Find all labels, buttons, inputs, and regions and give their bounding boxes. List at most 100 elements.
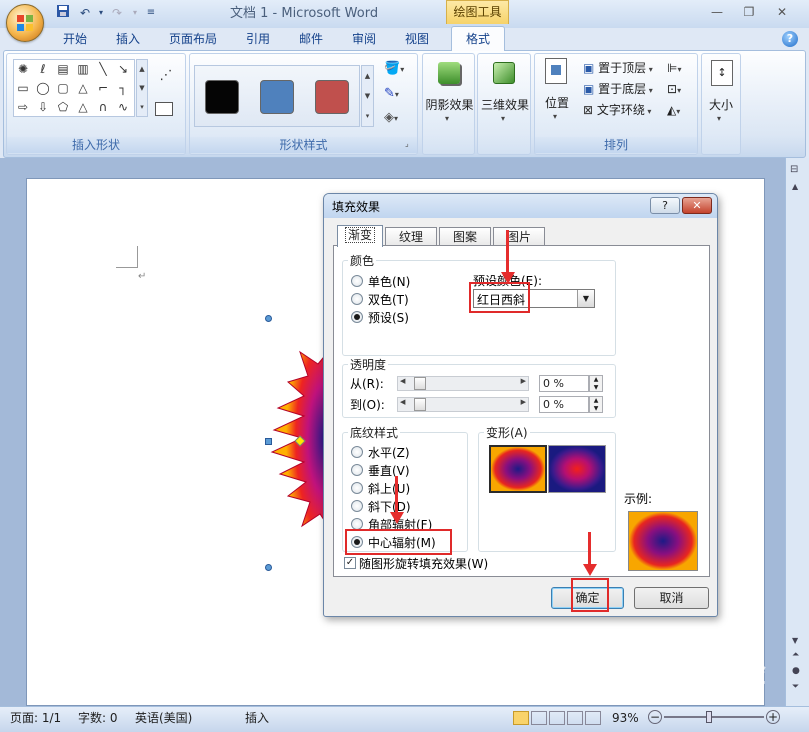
horizontal-label[interactable]: 水平(Z) <box>368 444 410 461</box>
freeform-shape-icon[interactable]: △ <box>75 99 91 115</box>
group-objects-icon[interactable]: ⊡▾ <box>667 80 681 98</box>
pentagon-shape-icon[interactable]: ⬠ <box>55 99 71 115</box>
to-slider-thumb[interactable] <box>414 398 426 411</box>
group-3d-effects[interactable]: 三维效果 ▾ <box>477 53 531 155</box>
tab-page-layout[interactable]: 页面布局 <box>163 28 223 50</box>
zoom-slider[interactable] <box>664 716 764 718</box>
outline-view-icon[interactable] <box>567 711 583 725</box>
variant-2-swatch[interactable] <box>548 445 606 493</box>
to-input[interactable]: 0 % <box>539 396 589 413</box>
from-slider[interactable]: ◀ ▶ <box>397 376 529 391</box>
selection-handle[interactable] <box>265 438 272 445</box>
down-arrow-shape-icon[interactable]: ⇩ <box>35 99 51 115</box>
web-layout-icon[interactable] <box>549 711 565 725</box>
tab-pattern[interactable]: 图案 <box>439 227 491 246</box>
tab-view[interactable]: 视图 <box>398 28 436 50</box>
right-arrow-shape-icon[interactable]: ⇨ <box>15 99 31 115</box>
style-swatch-red[interactable] <box>315 80 349 114</box>
shapes-gallery-scroll[interactable]: ▲ ▼ ▾ <box>136 59 148 117</box>
save-icon[interactable] <box>54 4 72 22</box>
line-shape-icon[interactable]: ╲ <box>95 61 111 77</box>
rotate-icon[interactable]: ◭▾ <box>667 101 680 119</box>
shape-styles-gallery[interactable] <box>194 65 360 127</box>
tab-picture[interactable]: 图片 <box>493 227 545 246</box>
office-button[interactable] <box>6 4 44 42</box>
zoom-slider-thumb[interactable] <box>706 711 712 723</box>
redo-icon[interactable]: ↷ <box>108 4 126 22</box>
elbow-connector-icon[interactable]: ⌐ <box>95 80 111 96</box>
rotate-fill-checkbox[interactable]: ✓ <box>344 557 356 569</box>
from-spinner[interactable]: ▲ ▼ <box>589 375 603 392</box>
position-icon[interactable] <box>545 58 567 84</box>
ruler-toggle-icon[interactable]: ⊟ <box>790 164 798 175</box>
shapes-gallery[interactable]: ✺ ℓ ▤ ▥ ╲ ↘ ▭ ◯ ▢ △ ⌐ ┐ ⇨ ⇩ ⬠ △ ∩ ∿ <box>13 59 135 117</box>
to-spinner[interactable]: ▲ ▼ <box>589 396 603 413</box>
textbox-shape-icon[interactable]: ▤ <box>55 61 71 77</box>
text-wrap-button[interactable]: ⊠ 文字环绕 ▾ <box>583 101 651 119</box>
next-page-icon[interactable]: ⏷ <box>792 682 799 692</box>
styles-gallery-scroll[interactable]: ▲ ▼ ▾ <box>361 65 374 127</box>
dialog-launcher-icon[interactable]: ⌟ <box>405 139 409 148</box>
previous-page-icon[interactable]: ⏶ <box>792 650 799 660</box>
restore-icon[interactable]: ❐ <box>737 4 761 20</box>
rounded-rect-shape-icon[interactable]: ▢ <box>55 80 71 96</box>
cancel-button[interactable]: 取消 <box>634 587 709 609</box>
zoom-level[interactable]: 93% <box>612 709 639 727</box>
wave-shape-icon[interactable]: ∿ <box>115 99 131 115</box>
elbow-arrow-icon[interactable]: ┐ <box>115 80 131 96</box>
radio-one-color[interactable] <box>351 275 363 287</box>
scribble-shape-icon[interactable]: ∩ <box>95 99 111 115</box>
help-button[interactable]: ? <box>650 197 680 214</box>
to-slider[interactable]: ◀ ▶ <box>397 397 529 412</box>
zoom-out-icon[interactable]: − <box>648 710 662 724</box>
status-mode[interactable]: 插入 <box>245 709 269 727</box>
radio-vertical[interactable] <box>351 464 363 476</box>
shape-fill-icon[interactable]: 🪣▾ <box>384 61 414 79</box>
status-language[interactable]: 英语(美国) <box>135 709 192 727</box>
radio-diagonal-down[interactable] <box>351 500 363 512</box>
zoom-in-icon[interactable]: + <box>766 710 780 724</box>
minimize-icon[interactable]: — <box>705 4 729 20</box>
tab-texture[interactable]: 纹理 <box>385 227 437 246</box>
scroll-down-icon[interactable]: ▼ <box>792 636 798 645</box>
scroll-up-icon[interactable]: ▲ <box>792 182 798 191</box>
group-shadow-effects[interactable]: 阴影效果 ▾ <box>422 53 475 155</box>
from-slider-thumb[interactable] <box>414 377 426 390</box>
tab-references[interactable]: 引用 <box>239 28 277 50</box>
one-color-label[interactable]: 单色(N) <box>368 273 410 290</box>
view-buttons[interactable] <box>513 711 603 725</box>
vertical-scrollbar[interactable]: ⊟ ▲ ▼ ⏶ ● ⏷ <box>785 158 809 706</box>
variant-1-swatch[interactable] <box>489 445 547 493</box>
star-shape-icon[interactable]: ✺ <box>15 61 31 77</box>
send-to-back-button[interactable]: ▣ 置于底层 ▾ <box>583 80 653 98</box>
rectangle-shape-icon[interactable]: ▭ <box>15 80 31 96</box>
triangle-shape-icon[interactable]: △ <box>75 80 91 96</box>
align-icon[interactable]: ⊫▾ <box>667 59 681 77</box>
close-window-icon[interactable]: ✕ <box>770 4 794 20</box>
select-browse-object-icon[interactable]: ● <box>792 666 800 676</box>
status-page[interactable]: 页面: 1/1 <box>10 709 61 727</box>
arrow-line-shape-icon[interactable]: ↘ <box>115 61 131 77</box>
selection-handle[interactable] <box>265 564 272 571</box>
tab-insert[interactable]: 插入 <box>109 28 147 50</box>
group-size[interactable]: ↕ 大小 ▾ <box>701 53 741 155</box>
help-icon[interactable]: ? <box>782 31 798 47</box>
status-words[interactable]: 字数: 0 <box>78 709 118 727</box>
bring-to-front-button[interactable]: ▣ 置于顶层 ▾ <box>583 59 653 77</box>
radio-two-colors[interactable] <box>351 293 363 305</box>
vertical-textbox-icon[interactable]: ▥ <box>75 61 91 77</box>
radio-horizontal[interactable] <box>351 446 363 458</box>
radio-diagonal-up[interactable] <box>351 482 363 494</box>
change-shape-icon[interactable]: ◈▾ <box>384 110 414 128</box>
shape-outline-icon[interactable]: ✎▾ <box>384 86 414 104</box>
tab-gradient[interactable]: 渐变 <box>337 225 383 247</box>
style-swatch-black[interactable] <box>205 80 239 114</box>
style-swatch-blue[interactable] <box>260 80 294 114</box>
text-box-icon[interactable] <box>155 102 173 116</box>
rotate-fill-label[interactable]: 随图形旋转填充效果(W) <box>359 555 488 572</box>
position-button[interactable]: 位置 <box>540 94 574 111</box>
radio-preset[interactable] <box>351 311 363 323</box>
oval-shape-icon[interactable]: ◯ <box>35 80 51 96</box>
customize-qat-icon[interactable]: ≡ <box>142 4 160 22</box>
tab-review[interactable]: 审阅 <box>345 28 383 50</box>
